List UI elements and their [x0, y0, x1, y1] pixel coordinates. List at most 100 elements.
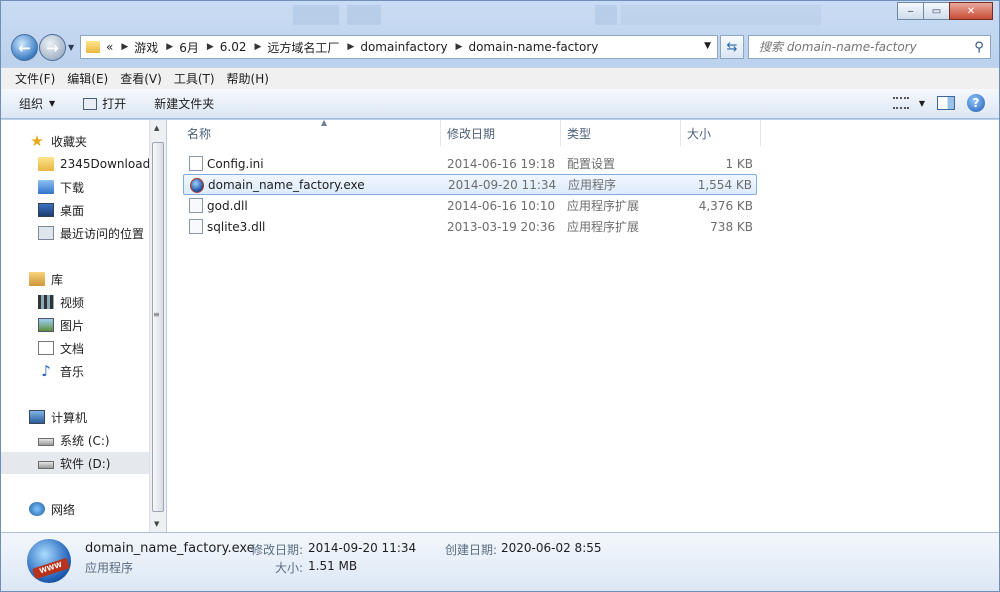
address-bar[interactable]: «▶ 游戏 ▶ 6月 ▶ 6.02 ▶ 远方域名工厂 ▶ domainfactory ▶ …: [80, 35, 718, 59]
breadcrumb-item[interactable]: 游戏 ▶: [134, 39, 173, 56]
new-folder-button[interactable]: 新建文件夹: [154, 95, 214, 112]
column-header-type[interactable]: 类型: [561, 120, 681, 146]
nav-item-desktop[interactable]: 桌面: [1, 199, 149, 221]
recent-places-icon: [38, 226, 54, 240]
view-list-icon: [892, 97, 909, 109]
file-list: 名称 ▲ 修改日期 类型 大小 Config.ini 2014-06-16 19:…: [167, 118, 999, 532]
nav-item-documents[interactable]: 文档: [1, 337, 149, 359]
details-file-type: 应用程序: [85, 561, 134, 575]
ini-file-icon: [189, 156, 203, 171]
breadcrumb-item[interactable]: domainfactory ▶: [360, 40, 462, 54]
menu-file[interactable]: 文件(F): [9, 70, 61, 87]
menu-help[interactable]: 帮助(H): [221, 70, 275, 87]
nav-item-2345downloads[interactable]: 2345Downloads: [1, 153, 149, 175]
details-size-label: 大小:: [275, 561, 304, 575]
chevron-right-icon: ▶: [166, 42, 174, 52]
search-input[interactable]: [749, 37, 968, 57]
close-icon: ✕: [966, 5, 976, 17]
title-bar[interactable]: ‒ ▭ ✕: [1, 1, 999, 31]
background-ghost-image: [595, 5, 617, 25]
maximize-icon: ▭: [931, 5, 942, 17]
close-button[interactable]: ✕: [949, 2, 993, 20]
maximize-button[interactable]: ▭: [923, 2, 950, 20]
folder-icon: [38, 157, 54, 171]
nav-item-pictures[interactable]: 图片: [1, 314, 149, 336]
breadcrumb-overflow[interactable]: «▶: [106, 40, 128, 54]
drive-icon: [38, 460, 54, 469]
forward-button[interactable]: →: [39, 34, 66, 61]
menu-edit[interactable]: 编辑(E): [61, 70, 114, 87]
file-row[interactable]: god.dll 2014-06-16 10:10 应用程序扩展 4,376 KB: [183, 195, 757, 216]
star-icon: ★: [30, 132, 44, 150]
minimize-icon: ‒: [907, 5, 914, 17]
menu-tools[interactable]: 工具(T): [168, 70, 221, 87]
chevron-right-icon: ▶: [121, 42, 129, 52]
details-created-label: 创建日期:: [445, 543, 498, 557]
nav-item-music[interactable]: ♪ 音乐: [1, 360, 149, 382]
network-icon: [29, 502, 45, 516]
scroll-up-icon[interactable]: ▲: [154, 124, 159, 132]
nav-item-videos[interactable]: 视频: [1, 291, 149, 313]
column-header-modified[interactable]: 修改日期: [441, 120, 561, 146]
chevron-right-icon: ▶: [347, 42, 355, 52]
back-button[interactable]: ←: [11, 34, 38, 61]
details-size-value: 1.51 MB: [308, 559, 358, 573]
details-modified-label: 修改日期:: [251, 543, 304, 557]
file-row[interactable]: Config.ini 2014-06-16 19:18 配置设置 1 KB: [183, 153, 757, 174]
music-icon: ♪: [41, 362, 51, 380]
arrow-right-icon: →: [46, 38, 59, 57]
breadcrumb-item[interactable]: 6月 ▶: [179, 39, 214, 56]
chevron-right-icon: ▶: [254, 42, 262, 52]
window-controls: ‒ ▭ ✕: [897, 2, 993, 20]
breadcrumb-item[interactable]: 远方域名工厂 ▶: [267, 39, 354, 56]
refresh-button[interactable]: ⇆: [720, 35, 744, 59]
scrollbar-thumb[interactable]: [152, 142, 164, 512]
change-view-button[interactable]: ▼: [892, 97, 925, 109]
preview-pane-button[interactable]: [937, 96, 955, 110]
sort-ascending-icon: ▲: [321, 118, 328, 127]
details-modified-value: 2014-09-20 11:34: [308, 541, 417, 555]
arrow-left-icon: ←: [18, 38, 31, 57]
menu-bar: 文件(F) 编辑(E) 查看(V) 工具(T) 帮助(H): [1, 67, 999, 89]
organize-button[interactable]: 组织 ▼: [19, 95, 55, 112]
nav-libraries[interactable]: 库: [1, 268, 149, 290]
help-button[interactable]: ?: [967, 94, 985, 112]
folder-icon: [86, 41, 100, 53]
recent-pages-dropdown[interactable]: ▼: [68, 43, 74, 52]
download-folder-icon: [38, 180, 54, 194]
toolbar-right: ▼ ?: [881, 94, 985, 112]
minimize-button[interactable]: ‒: [897, 2, 924, 20]
nav-item-drive-c[interactable]: 系统 (C:): [1, 429, 149, 451]
system-drive-icon: [38, 437, 54, 446]
scroll-down-icon[interactable]: ▼: [154, 520, 159, 528]
nav-item-downloads[interactable]: 下载: [1, 176, 149, 198]
caret-down-icon: ▼: [918, 98, 925, 108]
exe-file-icon: WWW: [27, 539, 71, 583]
explorer-window: ‒ ▭ ✕ ← → ▼ «▶ 游戏 ▶ 6月 ▶ 6.02 ▶ 远方域名工厂 ▶ dom…: [0, 0, 1000, 592]
navigation-row: ← → ▼ «▶ 游戏 ▶ 6月 ▶ 6.02 ▶ 远方域名工厂 ▶ domainfac…: [1, 31, 999, 63]
open-button[interactable]: 打开: [83, 95, 126, 112]
help-icon: ?: [967, 94, 985, 112]
search-icon[interactable]: ⚲: [968, 40, 990, 55]
menu-view[interactable]: 查看(V): [114, 70, 168, 87]
nav-item-drive-d[interactable]: 软件 (D:): [1, 452, 149, 474]
preview-pane-icon: [937, 96, 955, 110]
nav-network[interactable]: 网络: [1, 498, 149, 520]
file-row-selected[interactable]: domain_name_factory.exe 2014-09-20 11:34…: [183, 174, 757, 195]
details-created-value: 2020-06-02 8:55: [501, 541, 602, 555]
column-header-size[interactable]: 大小: [681, 120, 761, 146]
column-header-name[interactable]: 名称 ▲: [183, 118, 441, 146]
dll-file-icon: [189, 219, 203, 234]
document-icon: [38, 341, 54, 355]
navigation-pane: ★ 收藏夹 2345Downloads 下载 桌面 最近访问的位置 库 视频 图片…: [1, 120, 149, 532]
breadcrumb-item[interactable]: domain-name-factory: [468, 40, 598, 54]
chevron-right-icon: ▶: [455, 42, 463, 52]
nav-item-recent-places[interactable]: 最近访问的位置: [1, 222, 149, 244]
address-history-dropdown[interactable]: ▼: [704, 41, 711, 51]
background-ghost-image: [347, 5, 381, 25]
nav-computer[interactable]: 计算机: [1, 406, 149, 428]
file-row[interactable]: sqlite3.dll 2013-03-19 20:36 应用程序扩展 738 …: [183, 216, 757, 237]
breadcrumb-item[interactable]: 6.02 ▶: [220, 40, 262, 54]
nav-favorites[interactable]: ★ 收藏夹: [1, 130, 149, 152]
nav-scrollbar[interactable]: ▲ ≡ ▼: [149, 120, 166, 532]
